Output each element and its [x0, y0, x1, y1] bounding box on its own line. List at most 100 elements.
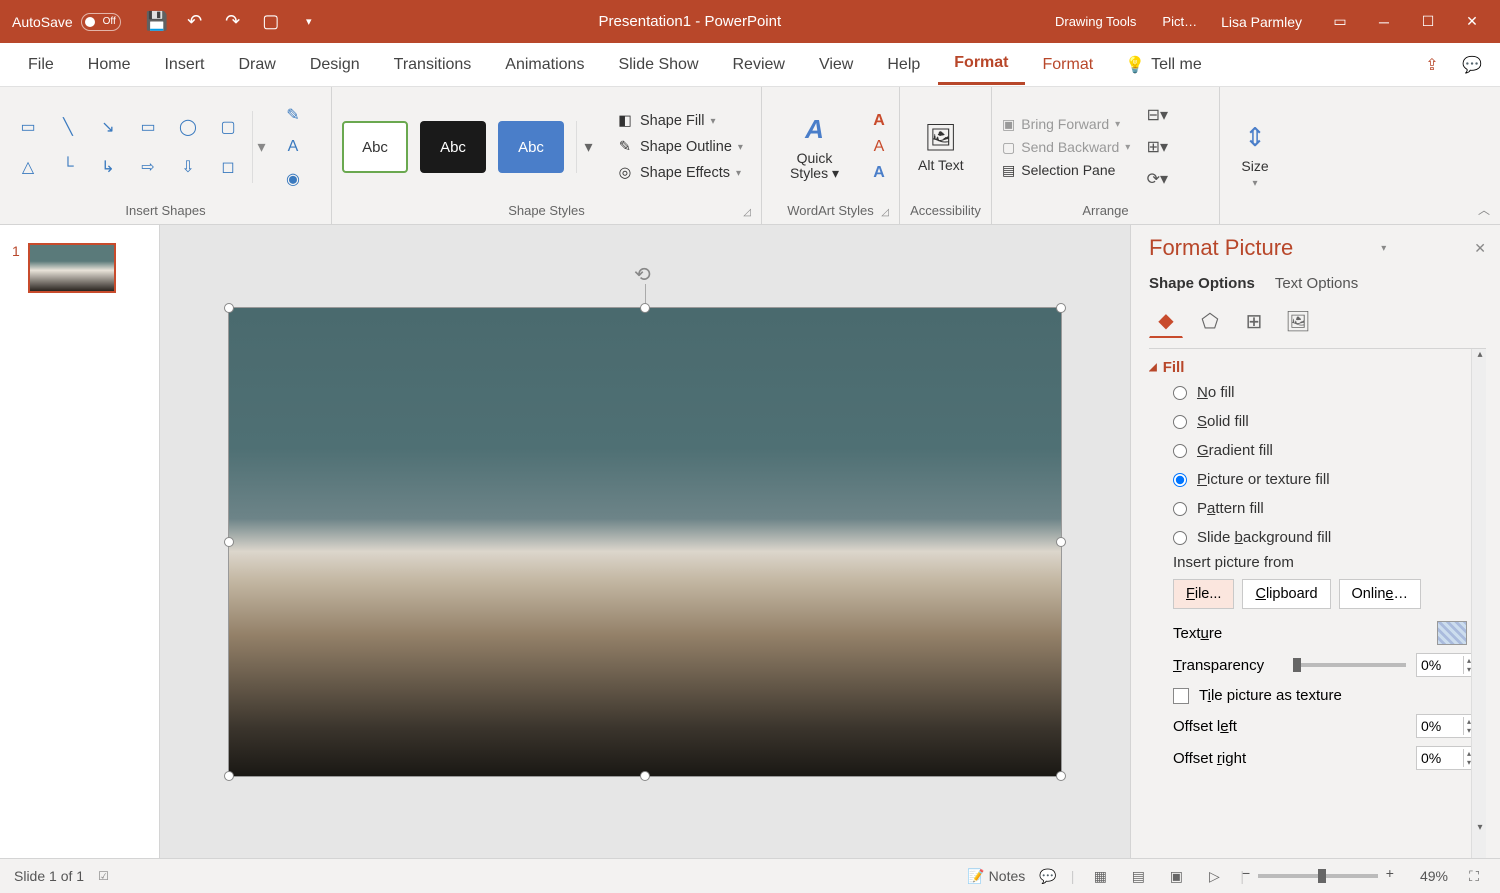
- text-options-tab[interactable]: Text Options: [1275, 275, 1358, 292]
- maximize-icon[interactable]: ☐: [1406, 0, 1450, 43]
- pane-close-icon[interactable]: ✕: [1474, 240, 1486, 257]
- group-icon[interactable]: ⊞▾: [1146, 136, 1168, 158]
- resize-handle[interactable]: [640, 303, 650, 313]
- shape-rectangle-icon[interactable]: ▭: [130, 109, 166, 145]
- radio-pattern-fill[interactable]: Pattern fill: [1173, 500, 1486, 517]
- zoom-level[interactable]: 49%: [1420, 868, 1448, 884]
- shape-fill-button[interactable]: ◧Shape Fill ▾: [616, 112, 743, 130]
- transparency-slider[interactable]: [1293, 663, 1406, 667]
- selected-picture[interactable]: ⟲: [228, 307, 1062, 777]
- effects-pentagon-icon[interactable]: ⬠: [1193, 304, 1227, 338]
- slide-thumbnails-panel[interactable]: 1: [0, 225, 160, 858]
- alt-text-button[interactable]: 🖼 Alt Text: [910, 116, 972, 177]
- shape-rounded-rect-icon[interactable]: ▢: [210, 109, 246, 145]
- reading-view-icon[interactable]: ▣: [1164, 864, 1188, 888]
- clipboard-button[interactable]: Clipboard: [1242, 579, 1330, 609]
- shapes-gallery[interactable]: ▭ ╲ ↘ ▭ ◯ ▢ △ └ ↳ ⇨ ⇩ ◻: [10, 109, 246, 185]
- text-outline-icon[interactable]: A: [869, 137, 889, 157]
- share-icon[interactable]: ⇪: [1416, 49, 1448, 81]
- online-button[interactable]: Online…: [1339, 579, 1421, 609]
- tab-transitions[interactable]: Transitions: [378, 46, 488, 84]
- radio-gradient-fill[interactable]: Gradient fill: [1173, 442, 1486, 459]
- comments-button[interactable]: 💬: [1039, 868, 1056, 885]
- tile-checkbox[interactable]: [1173, 688, 1189, 704]
- user-name[interactable]: Lisa Parmley: [1215, 14, 1308, 30]
- size-button[interactable]: ⇕ Size ▾: [1230, 116, 1280, 193]
- radio-slide-bg-fill[interactable]: Slide background fill: [1173, 529, 1486, 546]
- size-properties-icon[interactable]: ⊞: [1237, 304, 1271, 338]
- context-tab-picture[interactable]: Pict…: [1154, 10, 1205, 33]
- fit-to-window-icon[interactable]: ⛶: [1462, 864, 1486, 888]
- resize-handle[interactable]: [224, 537, 234, 547]
- normal-view-icon[interactable]: ▦: [1088, 864, 1112, 888]
- spell-check-icon[interactable]: ☑: [98, 869, 109, 883]
- shape-style-2[interactable]: Abc: [420, 121, 486, 173]
- shape-options-tab[interactable]: Shape Options: [1149, 275, 1255, 292]
- shape-down-arrow-icon[interactable]: ⇩: [170, 149, 206, 185]
- tab-view[interactable]: View: [803, 46, 869, 84]
- tab-draw[interactable]: Draw: [222, 46, 291, 84]
- tab-format-drawing[interactable]: Format: [938, 44, 1024, 85]
- text-box-icon[interactable]: A: [282, 136, 304, 158]
- slide-counter[interactable]: Slide 1 of 1: [14, 868, 84, 884]
- shape-textbox-icon[interactable]: ▭: [10, 109, 46, 145]
- pane-options-icon[interactable]: ▾: [1363, 243, 1404, 254]
- shape-arrow-line-icon[interactable]: ↘: [90, 109, 126, 145]
- redo-icon[interactable]: ↷: [223, 12, 243, 32]
- quick-styles-button[interactable]: A Quick Styles ▾: [772, 109, 857, 186]
- tell-me-search[interactable]: 💡 Tell me: [1111, 55, 1216, 75]
- tab-format-picture[interactable]: Format: [1027, 46, 1110, 84]
- ribbon-display-options-icon[interactable]: ▭: [1318, 0, 1362, 43]
- resize-handle[interactable]: [1056, 303, 1066, 313]
- context-tab-drawing[interactable]: Drawing Tools: [1047, 10, 1144, 33]
- resize-handle[interactable]: [224, 303, 234, 313]
- resize-handle[interactable]: [1056, 537, 1066, 547]
- slide-canvas[interactable]: ⟲: [160, 225, 1130, 858]
- dialog-launcher-icon[interactable]: ◿: [743, 207, 751, 218]
- qat-customize-icon[interactable]: ▾: [299, 12, 319, 32]
- save-icon[interactable]: 💾: [147, 12, 167, 32]
- tab-insert[interactable]: Insert: [148, 46, 220, 84]
- rotate-handle-icon[interactable]: ⟲: [634, 262, 656, 284]
- shape-style-1[interactable]: Abc: [342, 121, 408, 173]
- resize-handle[interactable]: [640, 771, 650, 781]
- texture-picker[interactable]: [1437, 621, 1467, 645]
- slideshow-view-icon[interactable]: ▷: [1202, 864, 1226, 888]
- shape-elbow-arrow-icon[interactable]: ↳: [90, 149, 126, 185]
- shape-oval-icon[interactable]: ◯: [170, 109, 206, 145]
- shape-triangle-icon[interactable]: △: [10, 149, 46, 185]
- tab-slideshow[interactable]: Slide Show: [602, 46, 714, 84]
- fill-line-icon[interactable]: ◆: [1149, 304, 1183, 338]
- resize-handle[interactable]: [224, 771, 234, 781]
- radio-solid-fill[interactable]: Solid fill: [1173, 413, 1486, 430]
- scroll-up-icon[interactable]: ▴: [1472, 349, 1486, 367]
- shape-styles-more-icon[interactable]: ▾: [576, 121, 600, 173]
- merge-shapes-icon[interactable]: ◉: [282, 168, 304, 190]
- selection-pane-button[interactable]: ▤Selection Pane: [1002, 162, 1130, 179]
- slide-sorter-icon[interactable]: ▤: [1126, 864, 1150, 888]
- rotate-icon[interactable]: ⟳▾: [1146, 168, 1168, 190]
- align-icon[interactable]: ⊟▾: [1146, 104, 1168, 126]
- shape-elbow-icon[interactable]: └: [50, 149, 86, 185]
- autosave-toggle[interactable]: Off: [81, 13, 121, 31]
- fill-section-header[interactable]: ◢Fill: [1149, 359, 1486, 376]
- slide-thumbnail-1[interactable]: [28, 243, 116, 293]
- notes-button[interactable]: 📝 Notes: [967, 868, 1025, 885]
- shape-callout-icon[interactable]: ◻: [210, 149, 246, 185]
- text-effects-icon[interactable]: A: [869, 163, 889, 183]
- comments-icon[interactable]: 💬: [1456, 49, 1488, 81]
- text-fill-icon[interactable]: A: [869, 111, 889, 131]
- shape-block-arrow-icon[interactable]: ⇨: [130, 149, 166, 185]
- edit-shape-icon[interactable]: ✎: [282, 104, 304, 126]
- scroll-down-icon[interactable]: ▾: [1472, 822, 1486, 840]
- autosave-control[interactable]: AutoSave Off: [0, 13, 133, 31]
- collapse-ribbon-icon[interactable]: ︿: [1478, 201, 1490, 218]
- tab-file[interactable]: File: [12, 46, 70, 84]
- undo-icon[interactable]: ↶: [185, 12, 205, 32]
- dialog-launcher-icon[interactable]: ◿: [881, 207, 889, 218]
- shape-outline-button[interactable]: ✎Shape Outline ▾: [616, 138, 743, 156]
- shapes-more-icon[interactable]: ▾: [252, 111, 270, 183]
- resize-handle[interactable]: [1056, 771, 1066, 781]
- bring-forward-button[interactable]: ▣Bring Forward ▾: [1002, 116, 1130, 133]
- zoom-slider[interactable]: [1258, 874, 1378, 878]
